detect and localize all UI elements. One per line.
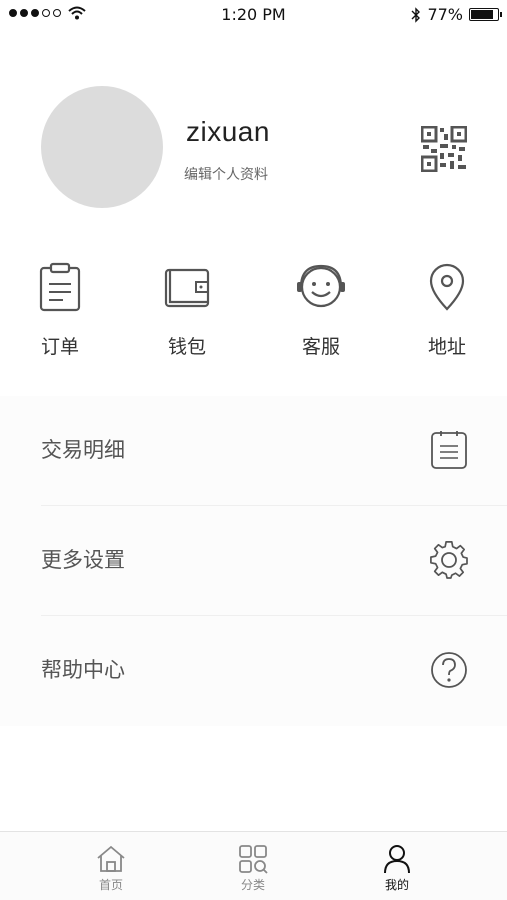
menu-item-help[interactable]: 帮助中心 xyxy=(0,616,507,726)
tab-mine[interactable]: 我的 xyxy=(357,844,437,893)
action-label: 客服 xyxy=(301,336,340,358)
tab-label: 我的 xyxy=(384,878,409,892)
action-label: 地址 xyxy=(427,336,466,358)
edit-profile-link[interactable]: 编辑个人资料 xyxy=(184,164,268,184)
qr-code-icon[interactable] xyxy=(421,126,467,172)
menu-list: 交易明细 更多设置 帮助中心 xyxy=(0,396,507,726)
bluetooth-icon xyxy=(411,6,421,23)
action-orders[interactable]: 订单 xyxy=(15,262,105,359)
username: zixuan xyxy=(186,116,270,147)
action-label: 钱包 xyxy=(167,336,206,358)
question-circle-icon xyxy=(431,652,467,688)
tab-bar: 首页 分类 我的 xyxy=(0,831,507,900)
action-label: 订单 xyxy=(40,336,79,358)
location-pin-icon xyxy=(429,263,465,311)
grid-search-icon xyxy=(239,845,268,874)
wallet-icon xyxy=(164,268,210,308)
menu-item-settings[interactable]: 更多设置 xyxy=(0,506,507,616)
action-address[interactable]: 地址 xyxy=(402,262,492,359)
menu-item-label: 交易明细 xyxy=(41,438,125,462)
menu-item-label: 更多设置 xyxy=(41,548,125,572)
gear-icon xyxy=(430,541,468,579)
headset-smile-icon xyxy=(297,264,345,308)
tab-label: 首页 xyxy=(98,878,123,892)
status-bar: 1:20 PM 77% xyxy=(0,0,507,32)
menu-item-transactions[interactable]: 交易明细 xyxy=(0,396,507,506)
battery-level xyxy=(471,10,493,19)
avatar[interactable] xyxy=(41,86,163,208)
tab-home[interactable]: 首页 xyxy=(71,844,151,893)
home-icon xyxy=(97,845,125,872)
tab-label: 分类 xyxy=(240,878,265,892)
profile-header: zixuan 编辑个人资料 xyxy=(41,86,471,210)
quick-actions: 订单 钱包 客服 地址 xyxy=(0,262,507,362)
list-document-icon xyxy=(431,431,467,469)
person-icon xyxy=(384,845,410,874)
menu-item-label: 帮助中心 xyxy=(41,658,125,682)
clipboard-icon xyxy=(39,262,81,312)
battery-icon xyxy=(469,8,502,21)
tab-category[interactable]: 分类 xyxy=(213,844,293,893)
battery-percent: 77% xyxy=(427,5,463,24)
action-customer-service[interactable]: 客服 xyxy=(276,262,366,359)
action-wallet[interactable]: 钱包 xyxy=(142,262,232,359)
